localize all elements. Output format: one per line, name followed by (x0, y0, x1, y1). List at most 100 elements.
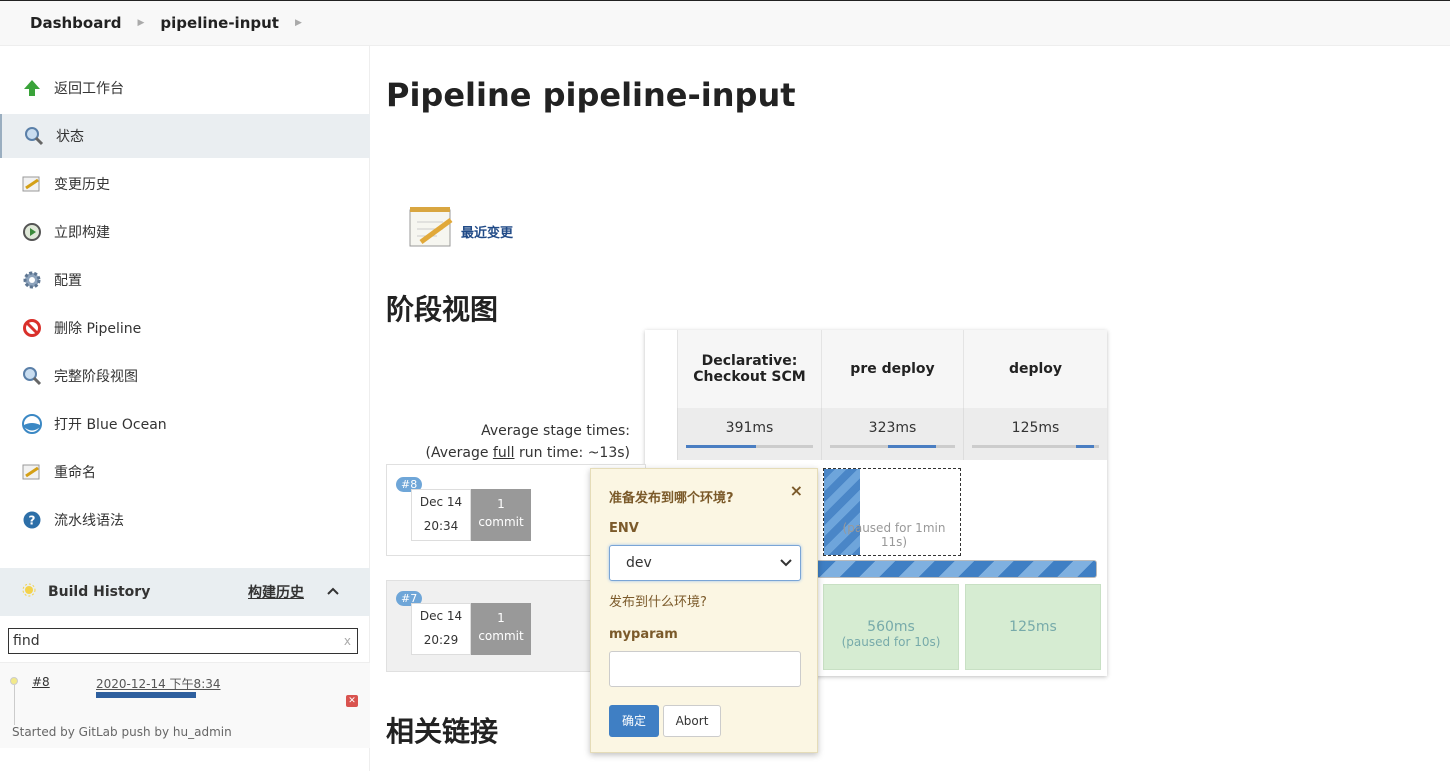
avg-value: 391ms (725, 420, 774, 436)
task-label: 变更历史 (54, 177, 110, 193)
task-label: 配置 (54, 273, 82, 289)
task-label: 重命名 (54, 465, 96, 481)
task-status[interactable]: 状态 (0, 114, 370, 158)
run8-pre-deploy-cell[interactable]: (paused for 1min 11s) (823, 468, 961, 556)
task-label: 立即构建 (54, 225, 110, 241)
run7-deploy-cell[interactable]: 125ms (965, 584, 1101, 670)
breadcrumb-pipeline[interactable]: pipeline-input (160, 14, 279, 32)
run-commit-card[interactable]: 1 commit (471, 603, 531, 655)
commit-label: commit (478, 515, 524, 529)
avg-value: 323ms (868, 420, 917, 436)
avg-progress-fill (1076, 445, 1094, 448)
avg-progress-fill (686, 445, 756, 448)
average-full-runtime: (Average full run time: ~13s) (386, 442, 631, 464)
build-progress-bar (96, 692, 196, 698)
build-status-ball-icon (10, 677, 18, 685)
gear-icon (20, 269, 44, 291)
breadcrumb: Dashboard ▶ pipeline-input ▶ (0, 0, 1450, 46)
task-pipeline-syntax[interactable]: ? 流水线语法 (0, 498, 370, 542)
related-links-heading: 相关链接 (386, 715, 499, 748)
task-label: 状态 (56, 129, 84, 145)
commit-count: 1 (497, 497, 505, 511)
build-clock-icon (20, 221, 44, 243)
cancel-build-icon[interactable]: ✕ (346, 695, 358, 707)
stage-header-pre-deploy: pre deploy (821, 330, 963, 408)
run-time: 20:29 (423, 633, 459, 647)
env-selected-value: dev (626, 555, 652, 571)
task-open-blue-ocean[interactable]: 打开 Blue Ocean (0, 402, 370, 446)
timeline-line (14, 685, 15, 725)
run-time: 20:34 (423, 519, 459, 533)
popover-title: 准备发布到哪个环境? (609, 491, 734, 506)
no-entry-icon (20, 317, 44, 339)
build-date-link[interactable]: 2020-12-14 下午8:34 (96, 675, 221, 692)
task-label: 完整阶段视图 (54, 369, 138, 385)
collapse-chevron-icon[interactable] (326, 584, 340, 600)
paused-note: (paused for 10s) (841, 635, 941, 649)
search-icon (22, 125, 46, 147)
env-label: ENV (609, 521, 639, 536)
task-build-now[interactable]: 立即构建 (0, 210, 370, 254)
close-icon[interactable]: × (790, 481, 803, 500)
task-delete-pipeline[interactable]: 删除 Pipeline (0, 306, 370, 350)
average-label-line: Average stage times: (481, 423, 630, 439)
paused-note: (paused for 1min 11s) (842, 521, 946, 549)
breadcrumb-dashboard[interactable]: Dashboard (30, 14, 121, 32)
sidebar: 返回工作台 状态 变更历史 立即构建 配置 删除 Pipeline 完整阶段视图… (0, 46, 370, 771)
build-row: #8 2020-12-14 下午8:34 ✕ Started by GitLab… (0, 662, 370, 748)
build-history-trend-link[interactable]: 构建历史 (248, 582, 304, 602)
build-number-link[interactable]: #8 (32, 675, 50, 689)
avg-progress-track (830, 445, 955, 448)
task-rename[interactable]: 重命名 (0, 450, 370, 494)
build-history-title: Build History (48, 584, 151, 600)
abort-button[interactable]: Abort (663, 705, 721, 737)
clear-search-icon[interactable]: x (344, 634, 351, 648)
average-stage-times-label: Average stage times: (Average full run t… (386, 420, 631, 464)
breadcrumb-separator-icon[interactable]: ▶ (295, 18, 302, 28)
task-full-stage-view[interactable]: 完整阶段视图 (0, 354, 370, 398)
avg-deploy: 125ms (963, 408, 1107, 460)
help-icon: ? (20, 509, 44, 531)
env-select[interactable]: dev (609, 545, 801, 581)
notepad-icon (20, 173, 44, 195)
run-date: Dec 14 (419, 609, 463, 623)
run-date-card: Dec 14 20:29 (411, 603, 471, 655)
build-search-value: find (13, 633, 40, 649)
myparam-input[interactable] (609, 651, 801, 687)
recent-changes-link[interactable]: 最近变更 (461, 222, 513, 241)
avg-prefix: (Average (425, 445, 493, 461)
run-date-card: Dec 14 20:34 (411, 489, 471, 541)
confirm-button[interactable]: 确定 (609, 705, 659, 737)
notepad-icon (20, 461, 44, 483)
full-runtime-link[interactable]: full (493, 445, 515, 461)
build-search-input[interactable]: find x (8, 628, 358, 654)
run-date: Dec 14 (419, 495, 463, 509)
avg-suffix: run time: ~13s) (514, 445, 630, 461)
breadcrumb-separator-icon[interactable]: ▶ (137, 18, 144, 28)
stage-duration: 125ms (1009, 619, 1057, 635)
task-back-to-dashboard[interactable]: 返回工作台 (0, 66, 370, 110)
up-arrow-icon (20, 77, 44, 99)
blue-ocean-icon (20, 413, 44, 435)
run7-pre-deploy-cell[interactable]: 560ms (paused for 10s) (823, 584, 959, 670)
commit-label: commit (478, 629, 524, 643)
input-popover: 准备发布到哪个环境? × ENV dev 发布到什么环境? myparam 确定… (590, 468, 818, 753)
avg-value: 125ms (1011, 420, 1060, 436)
sun-icon (22, 583, 36, 601)
avg-progress-fill (888, 445, 936, 448)
task-configure[interactable]: 配置 (0, 258, 370, 302)
avg-checkout: 391ms (677, 408, 821, 460)
run-commit-card[interactable]: 1 commit (471, 489, 531, 541)
chevron-down-icon (780, 556, 792, 570)
task-label: 流水线语法 (54, 513, 124, 529)
build-history-header: Build History 构建历史 (0, 568, 370, 616)
avg-progress-track (686, 445, 813, 448)
search-icon (20, 365, 44, 387)
commit-count: 1 (497, 611, 505, 625)
task-changes[interactable]: 变更历史 (0, 162, 370, 206)
svg-text:?: ? (29, 514, 36, 528)
page-title: Pipeline pipeline-input (386, 76, 796, 114)
build-cause: Started by GitLab push by hu_admin (12, 725, 232, 739)
task-label: 返回工作台 (54, 81, 124, 97)
avg-progress-track (972, 445, 1099, 448)
